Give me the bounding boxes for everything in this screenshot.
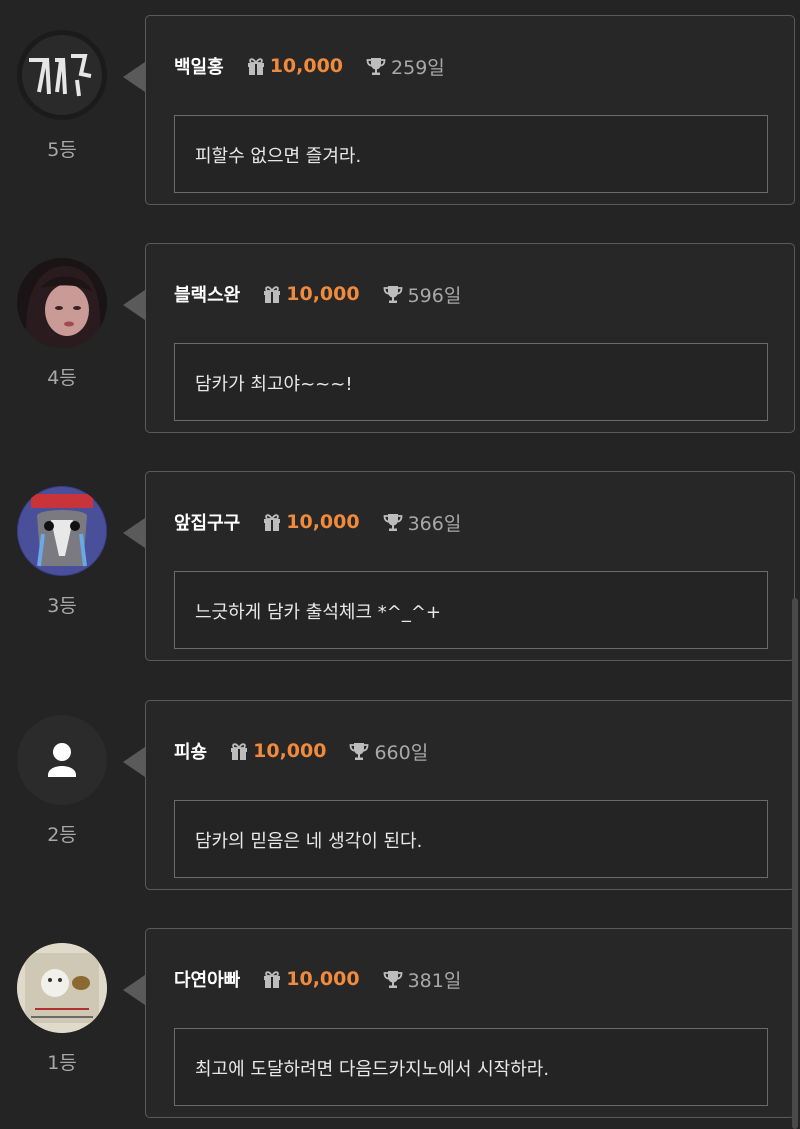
message-text: 담카의 믿음은 네 생각이 된다. [195,831,423,852]
gift-amount: 10,000 [253,740,327,762]
card-pointer [123,62,145,92]
list-item: 1등 다연아빠 10,000 381일 최고에 도달하려면 다음드카지노에서 시… [0,928,800,1118]
ranking-list: 5등 백일홍 10,000 259일 피할수 없으면 즐겨라. 4등 블랙스완 … [0,0,800,1129]
gift-icon [262,512,282,532]
trophy-icon [382,283,404,305]
attendance-days: 366일 [407,512,462,535]
list-item: 4등 블랙스완 10,000 596일 담카가 최고야~~~! [0,243,800,433]
gift-icon [229,741,249,761]
user-name[interactable]: 블랙스완 [174,281,240,307]
attendance-days: 259일 [391,56,445,79]
card-pointer [123,518,145,548]
gift-icon [246,56,266,76]
message-text: 느긋하게 담카 출석체크 *^_^+ [195,602,442,623]
card-pointer [123,290,145,320]
card-header: 피숑 10,000 660일 [174,737,428,765]
trophy-icon [365,55,387,77]
user-name[interactable]: 앞집구구 [174,509,240,535]
gift-amount: 10,000 [286,283,360,305]
attendance-days: 596일 [407,284,462,307]
list-item: 3등 앞집구구 10,000 366일 느긋하게 담카 출석체크 *^_^+ [0,471,800,661]
card-header: 블랙스완 10,000 596일 [174,280,461,308]
comment-card: 백일홍 10,000 259일 피할수 없으면 즐겨라. [145,15,795,205]
rank-label: 3등 [47,595,77,617]
trophy-icon [348,740,370,762]
gift-amount: 10,000 [286,511,360,533]
card-pointer [123,747,145,777]
rank-label: 1등 [47,1052,77,1074]
comment-card: 앞집구구 10,000 366일 느긋하게 담카 출석체크 *^_^+ [145,471,795,661]
scrollbar[interactable] [792,598,798,1129]
comment-card: 블랙스완 10,000 596일 담카가 최고야~~~! [145,243,795,433]
comment-card: 다연아빠 10,000 381일 최고에 도달하려면 다음드카지노에서 시작하라… [145,928,795,1118]
message-box: 피할수 없으면 즐겨라. [174,115,768,193]
avatar[interactable] [17,486,107,576]
gift-amount: 10,000 [286,968,360,990]
user-name[interactable]: 피숑 [174,738,207,764]
message-box: 최고에 도달하려면 다음드카지노에서 시작하라. [174,1028,768,1106]
rank-label: 2등 [47,824,77,846]
gift-icon [262,969,282,989]
attendance-days: 660일 [374,741,429,764]
rank-label: 5등 [47,139,77,161]
card-header: 백일홍 10,000 259일 [174,52,445,80]
user-name[interactable]: 다연아빠 [174,966,240,992]
message-box: 담카가 최고야~~~! [174,343,768,421]
message-text: 최고에 도달하려면 다음드카지노에서 시작하라. [195,1059,550,1080]
message-text: 피할수 없으면 즐겨라. [195,146,362,167]
card-header: 다연아빠 10,000 381일 [174,965,461,993]
trophy-icon [382,511,404,533]
message-box: 담카의 믿음은 네 생각이 된다. [174,800,768,878]
user-name[interactable]: 백일홍 [174,53,224,79]
avatar[interactable] [17,715,107,805]
avatar[interactable] [17,943,107,1033]
card-header: 앞집구구 10,000 366일 [174,508,461,536]
list-item: 2등 피숑 10,000 660일 담카의 믿음은 네 생각이 된다. [0,700,800,890]
message-box: 느긋하게 담카 출석체크 *^_^+ [174,571,768,649]
attendance-days: 381일 [407,969,462,992]
card-pointer [123,975,145,1005]
rank-label: 4등 [47,367,77,389]
gift-amount: 10,000 [269,55,344,77]
comment-card: 피숑 10,000 660일 담카의 믿음은 네 생각이 된다. [145,700,795,890]
message-text: 담카가 최고야~~~! [195,374,353,395]
list-item: 5등 백일홍 10,000 259일 피할수 없으면 즐겨라. [0,15,800,205]
trophy-icon [382,968,404,990]
avatar[interactable] [17,30,107,120]
gift-icon [262,284,282,304]
avatar[interactable] [17,258,107,348]
